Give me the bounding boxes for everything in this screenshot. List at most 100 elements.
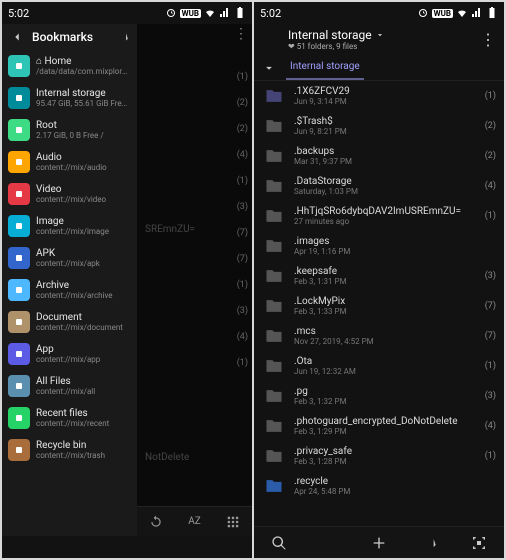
bookmark-item[interactable]: Documentcontent://mix/document <box>2 306 137 338</box>
audio-icon <box>8 151 30 173</box>
add-icon[interactable] <box>371 535 387 551</box>
file-date: Jun 9, 8:21 PM <box>294 127 477 136</box>
file-name: .pg <box>294 386 477 397</box>
file-date: 27 minutes ago <box>294 217 477 226</box>
file-count: (3) <box>485 391 496 401</box>
dim-row: (4) <box>137 142 252 168</box>
phone-right: 5:02 WUB Internal storage ❤ 51 folders, … <box>254 2 504 558</box>
sort-az[interactable]: AZ <box>188 516 201 527</box>
file-row[interactable]: .HhTjqSRo6dybqDAV2ImUSREmnZU=27 minutes … <box>254 201 504 231</box>
grid-icon[interactable] <box>226 515 240 529</box>
bookmark-item[interactable]: Recent filescontent://mix/recent <box>2 402 137 434</box>
dropdown-icon[interactable] <box>375 30 385 40</box>
bookmark-name: App <box>36 344 100 355</box>
signal-icon <box>471 7 483 19</box>
file-row[interactable]: .backupsMar 31, 9:37 PM(2) <box>254 141 504 171</box>
folder-icon <box>262 144 286 168</box>
tab-internal[interactable]: Internal storage <box>286 55 364 80</box>
folder-icon <box>262 384 286 408</box>
bookmark-name: Document <box>36 312 123 323</box>
refresh-icon[interactable] <box>149 515 163 529</box>
file-row[interactable]: .mcsNov 27, 2019, 4:52 PM(7) <box>254 321 504 351</box>
file-name: .images <box>294 236 488 247</box>
file-name: .1X6ZFCV29 <box>294 86 477 97</box>
search-icon[interactable] <box>271 535 287 551</box>
bookmark-item[interactable]: Appcontent://mix/app <box>2 338 137 370</box>
overflow-menu[interactable]: ⋮ <box>480 30 496 49</box>
file-row[interactable]: .OtaJun 19, 12:32 AM(1) <box>254 351 504 381</box>
bookmark-list: ⌂ Home/data/data/com.mixplorer/homeInter… <box>2 50 137 536</box>
item-count: (1) <box>237 176 248 186</box>
file-name: .Ota <box>294 356 477 367</box>
file-name: .privacy_safe <box>294 446 477 457</box>
status-bar: 5:02 WUB <box>2 2 252 24</box>
file-count: (2) <box>485 151 496 161</box>
select-icon[interactable] <box>471 535 487 551</box>
sidebar-header: Bookmarks <box>2 24 137 50</box>
bookmark-item[interactable]: Root2.17 GiB, 0 B Free / <box>2 114 137 146</box>
file-count: (3) <box>485 271 496 281</box>
clock: 5:02 <box>260 7 281 20</box>
file-row[interactable]: .privacy_safeFeb 3, 1:28 PM(1) <box>254 441 504 471</box>
battery-icon <box>486 7 498 19</box>
item-count: (1) <box>237 72 248 82</box>
bookmark-item[interactable]: Recycle bincontent://mix/trash <box>2 434 137 466</box>
file-row[interactable]: .$Trash$Jun 9, 8:21 PM(2) <box>254 111 504 141</box>
dim-row: (3) <box>137 298 252 324</box>
item-count: (7) <box>237 254 248 264</box>
bookmark-name: All Files <box>36 376 95 387</box>
bookmark-name: Recent files <box>36 408 109 419</box>
bookmark-path: 95.47 GiB, 55.61 GiB Free /storage/emula… <box>36 99 131 108</box>
file-row[interactable]: .pgFeb 3, 1:32 PM(3) <box>254 381 504 411</box>
bookmark-path: 2.17 GiB, 0 B Free / <box>36 131 104 140</box>
back-icon[interactable] <box>10 30 24 44</box>
item-count: (1) <box>237 280 248 290</box>
sort-icon[interactable] <box>421 535 437 551</box>
bookmark-path: /data/data/com.mixplorer/home <box>36 67 131 76</box>
bookmark-item[interactable]: All Filescontent://mix/all <box>2 370 137 402</box>
bookmark-path: content://mix/audio <box>36 163 107 172</box>
status-icons: WUB <box>165 7 246 19</box>
file-name: .recycle <box>294 476 488 487</box>
wub-badge: WUB <box>432 9 453 18</box>
menu-icon[interactable] <box>262 32 278 48</box>
file-name: .keepsafe <box>294 266 477 277</box>
bookmark-name: APK <box>36 248 100 259</box>
file-row[interactable]: .recycleApr 24, 5:48 PM <box>254 471 504 501</box>
folder-icon <box>262 204 286 228</box>
file-row[interactable]: .photoguard_encrypted_DoNotDeleteFeb 3, … <box>254 411 504 441</box>
folder-icon <box>262 264 286 288</box>
header-title[interactable]: Internal storage <box>288 28 372 42</box>
header-subtitle: ❤ 51 folders, 9 files <box>288 42 385 51</box>
bookmark-item[interactable]: ⌂ Home/data/data/com.mixplorer/home <box>2 50 137 82</box>
wifi-icon <box>204 7 216 19</box>
bookmark-item[interactable]: Internal storage95.47 GiB, 55.61 GiB Fre… <box>2 82 137 114</box>
sort-icon[interactable] <box>115 30 129 44</box>
file-list: .1X6ZFCV29Jun 9, 3:14 PM(1).$Trash$Jun 9… <box>254 81 504 526</box>
home-icon <box>8 55 30 77</box>
folder-icon <box>262 84 286 108</box>
bookmark-item[interactable]: APKcontent://mix/apk <box>2 242 137 274</box>
folder-icon <box>262 114 286 138</box>
file-row[interactable]: .LockMyPixFeb 3, 1:33 PM(7) <box>254 291 504 321</box>
file-name: .LockMyPix <box>294 296 477 307</box>
all-icon <box>8 375 30 397</box>
bookmark-item[interactable]: Imagecontent://mix/image <box>2 210 137 242</box>
file-name: .backups <box>294 146 477 157</box>
file-row[interactable]: .1X6ZFCV29Jun 9, 3:14 PM(1) <box>254 81 504 111</box>
bookmark-name: Audio <box>36 152 107 163</box>
chevron-down-icon[interactable] <box>262 61 276 75</box>
apk-icon <box>8 247 30 269</box>
file-row[interactable]: .keepsafeFeb 3, 1:31 PM(3) <box>254 261 504 291</box>
file-row[interactable]: .DataStorageSaturday, 1:03 PM(4) <box>254 171 504 201</box>
bookmark-item[interactable]: Videocontent://mix/video <box>2 178 137 210</box>
bookmark-name: Recycle bin <box>36 440 105 451</box>
list-icon[interactable] <box>321 535 337 551</box>
bottom-bar: AZ <box>137 506 252 536</box>
trash-icon <box>8 439 30 461</box>
file-row[interactable]: .imagesApr 19, 1:16 PM <box>254 231 504 261</box>
file-date: Feb 3, 1:28 PM <box>294 457 477 466</box>
bookmark-item[interactable]: Audiocontent://mix/audio <box>2 146 137 178</box>
bookmark-item[interactable]: Archivecontent://mix/archive <box>2 274 137 306</box>
menu-icon[interactable]: ⋮ <box>234 26 248 42</box>
